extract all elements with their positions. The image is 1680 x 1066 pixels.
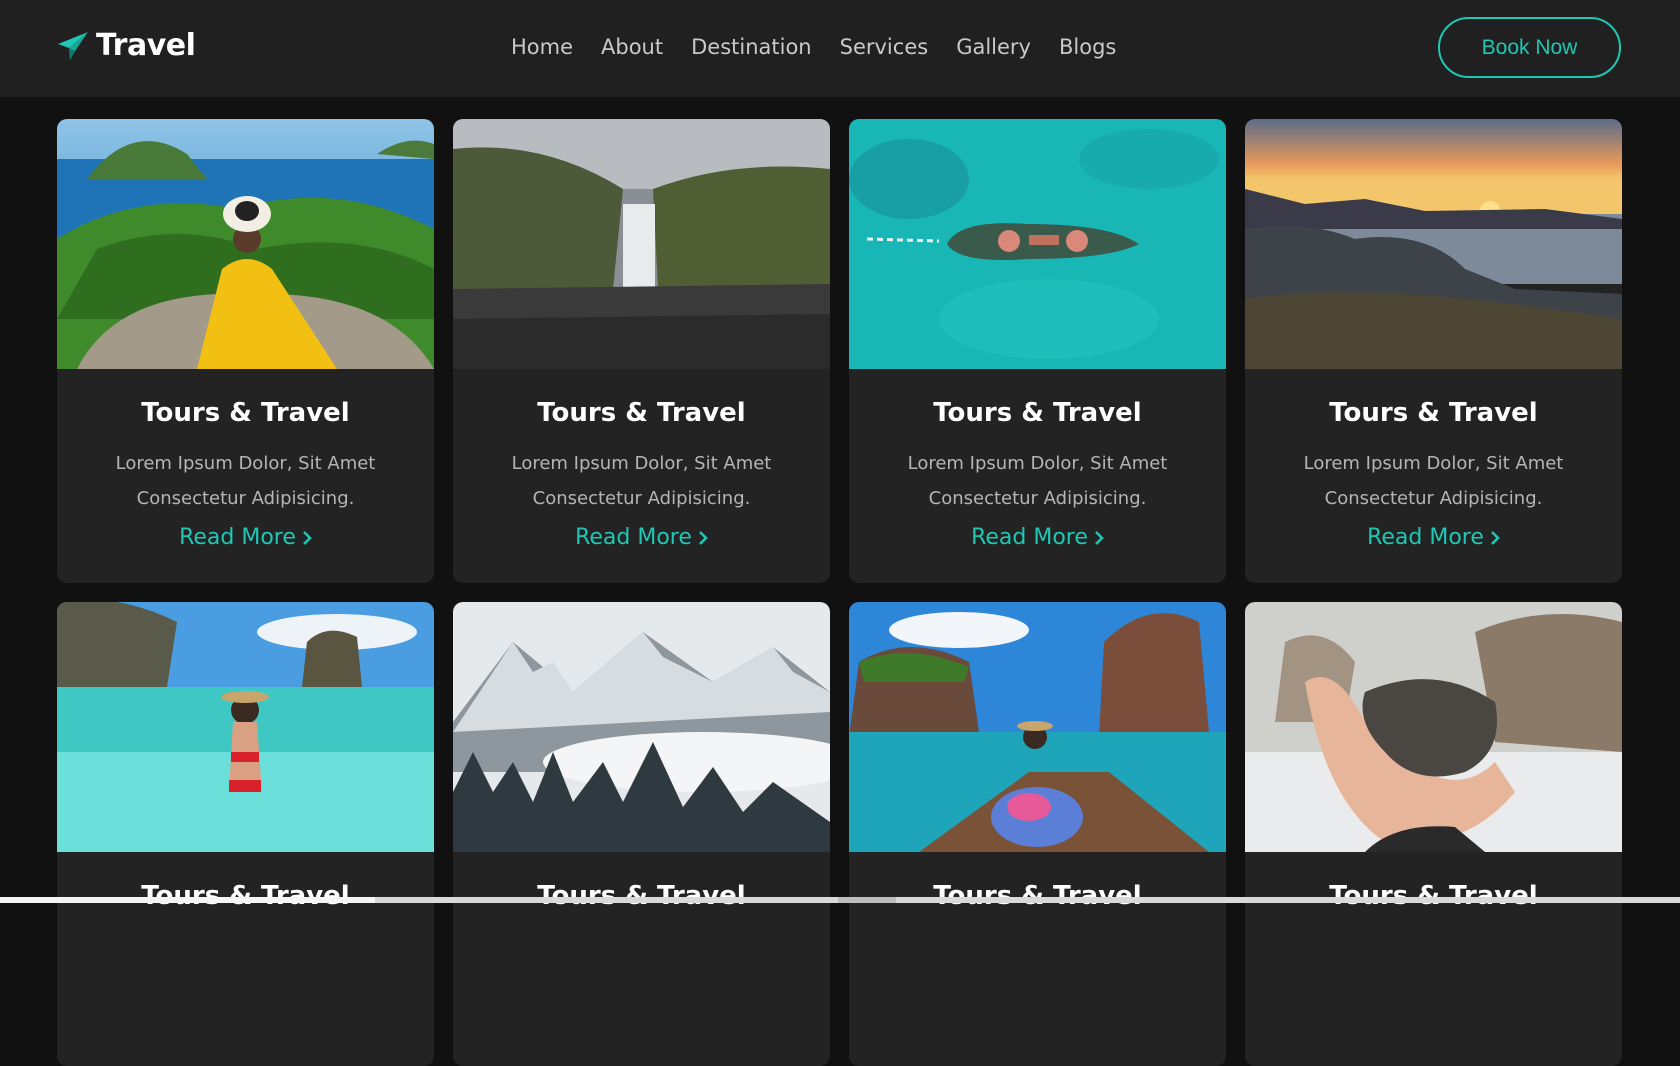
nav-blogs[interactable]: Blogs [1045, 32, 1130, 62]
card-image-snowy-mountains[interactable] [453, 602, 830, 852]
card-title: Tours & Travel [933, 881, 1142, 911]
tour-card: Tours & Travel [849, 602, 1226, 1066]
main-nav: Home About Destination Services Gallery … [497, 32, 1130, 62]
card-image-woman-yellow-dress[interactable] [57, 119, 434, 369]
nav-gallery[interactable]: Gallery [942, 32, 1045, 62]
brand-logo[interactable]: Travel [56, 28, 196, 63]
book-now-button[interactable]: Book Now [1438, 17, 1621, 78]
tour-card: Tours & Travel Lorem Ipsum Dolor, Sit Am… [849, 119, 1226, 583]
nav-services[interactable]: Services [826, 32, 943, 62]
card-description-line: Consectetur Adipisicing. [928, 488, 1147, 509]
brand-name: Travel [96, 28, 196, 63]
card-image-hand-stone[interactable] [1245, 602, 1622, 852]
chevron-right-icon [1490, 530, 1500, 545]
tour-card: Tours & Travel [1245, 602, 1622, 1066]
tour-card: Tours & Travel [57, 602, 434, 1066]
card-title: Tours & Travel [1329, 398, 1538, 428]
card-image-shipwreck[interactable] [849, 119, 1226, 369]
read-more-label: Read More [575, 525, 692, 550]
chevron-right-icon [302, 530, 312, 545]
navbar: Travel Home About Destination Services G… [0, 0, 1680, 97]
card-title: Tours & Travel [141, 881, 350, 911]
nav-home[interactable]: Home [497, 32, 587, 62]
nav-destination[interactable]: Destination [677, 32, 826, 62]
card-image-boat-cliffs[interactable] [849, 602, 1226, 852]
card-description-line: Lorem Ipsum Dolor, Sit Amet [907, 453, 1168, 474]
card-description-line: Lorem Ipsum Dolor, Sit Amet [511, 453, 772, 474]
card-description-line: Consectetur Adipisicing. [532, 488, 751, 509]
tour-card: Tours & Travel Lorem Ipsum Dolor, Sit Am… [57, 119, 434, 583]
nav-about[interactable]: About [587, 32, 677, 62]
card-description-line: Lorem Ipsum Dolor, Sit Amet [115, 453, 376, 474]
card-description-line: Lorem Ipsum Dolor, Sit Amet [1303, 453, 1564, 474]
horizontal-scrollbar[interactable] [0, 897, 1680, 903]
card-description: Lorem Ipsum Dolor, Sit Amet Consectetur … [453, 446, 830, 516]
card-image-tropical-lagoon[interactable] [57, 602, 434, 852]
read-more-link[interactable]: Read More [1367, 525, 1500, 550]
tour-card: Tours & Travel Lorem Ipsum Dolor, Sit Am… [1245, 119, 1622, 583]
paper-plane-icon [58, 31, 88, 60]
card-description: Lorem Ipsum Dolor, Sit Amet Consectetur … [849, 446, 1226, 516]
card-description-line: Consectetur Adipisicing. [136, 488, 355, 509]
read-more-link[interactable]: Read More [575, 525, 708, 550]
tour-card: Tours & Travel Lorem Ipsum Dolor, Sit Am… [453, 119, 830, 583]
chevron-right-icon [698, 530, 708, 545]
card-description: Lorem Ipsum Dolor, Sit Amet Consectetur … [57, 446, 434, 516]
scrollbar-thumb[interactable] [0, 897, 375, 903]
tour-cards-grid: Tours & Travel Lorem Ipsum Dolor, Sit Am… [57, 119, 1622, 1066]
card-title: Tours & Travel [141, 398, 350, 428]
card-image-sunset-coast[interactable] [1245, 119, 1622, 369]
card-title: Tours & Travel [537, 881, 746, 911]
read-more-label: Read More [971, 525, 1088, 550]
card-title: Tours & Travel [933, 398, 1142, 428]
card-title: Tours & Travel [1329, 881, 1538, 911]
card-title: Tours & Travel [537, 398, 746, 428]
read-more-label: Read More [1367, 525, 1484, 550]
card-description-line: Consectetur Adipisicing. [1324, 488, 1543, 509]
tour-card: Tours & Travel [453, 602, 830, 1066]
card-description: Lorem Ipsum Dolor, Sit Amet Consectetur … [1245, 446, 1622, 516]
chevron-right-icon [1094, 530, 1104, 545]
card-image-waterfall[interactable] [453, 119, 830, 369]
read-more-label: Read More [179, 525, 296, 550]
read-more-link[interactable]: Read More [971, 525, 1104, 550]
scrollbar-segment [838, 897, 896, 903]
read-more-link[interactable]: Read More [179, 525, 312, 550]
